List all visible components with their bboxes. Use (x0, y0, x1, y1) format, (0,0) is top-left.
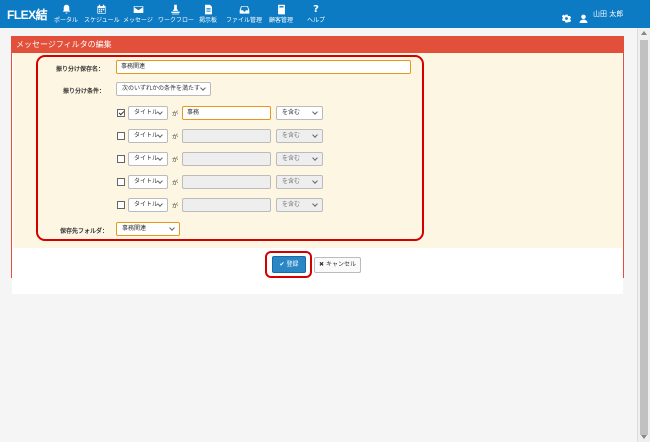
nav-portal-label: ポータル (53, 17, 78, 24)
nav-workflow-label: ワークフロー (158, 17, 195, 24)
nav-file-management[interactable]: ファイル管理 (226, 2, 262, 27)
app-logo[interactable]: FLEX結 (7, 6, 48, 23)
book-icon (277, 4, 285, 15)
close-icon: ✖ (319, 261, 326, 268)
nav-help[interactable]: ? ヘルプ (304, 2, 328, 27)
user-icon[interactable] (579, 8, 588, 27)
scroll-down-arrow-icon[interactable] (641, 435, 647, 439)
bell-icon (62, 4, 70, 14)
vertical-scrollbar[interactable] (637, 28, 650, 442)
stamp-icon (170, 4, 180, 15)
calendar-icon (96, 4, 106, 14)
cancel-button[interactable]: ✖ キャンセル (314, 257, 361, 273)
nav-bulletin[interactable]: 掲示板 (196, 2, 220, 27)
cancel-button-label: キャンセル (325, 261, 356, 268)
nav-help-label: ヘルプ (306, 17, 325, 24)
nav-portal[interactable]: ポータル (52, 2, 80, 27)
document-icon (204, 4, 212, 15)
user-name[interactable]: 山田 太郎 (593, 9, 623, 19)
nav-customer-management[interactable]: 顧客管理 (266, 2, 296, 27)
scroll-up-arrow-icon[interactable] (641, 31, 647, 35)
top-navigation-bar: FLEX結 ポータル スケジュール メッセージ ワークフロー 掲示板 ファイル管… (0, 0, 650, 28)
highlight-save-box (265, 251, 312, 278)
scrollbar-thumb[interactable] (640, 40, 648, 435)
nav-workflow[interactable]: ワークフロー (158, 2, 195, 27)
nav-file-management-label: ファイル管理 (226, 17, 263, 24)
inbox-icon (239, 6, 249, 14)
nav-schedule[interactable]: スケジュール (84, 2, 120, 27)
nav-schedule-label: スケジュール (84, 17, 120, 24)
gear-icon[interactable] (561, 8, 572, 27)
envelope-icon (133, 6, 143, 13)
nav-bulletin-label: 掲示板 (198, 17, 217, 24)
question-icon: ? (313, 4, 319, 15)
nav-message-label: メッセージ (123, 17, 153, 24)
nav-message[interactable]: メッセージ (123, 2, 153, 27)
nav-customer-management-label: 顧客管理 (268, 17, 293, 24)
panel-title: メッセージフィルタの編集 (12, 37, 623, 53)
page: FLEX結 ポータル スケジュール メッセージ ワークフロー 掲示板 ファイル管… (0, 0, 650, 442)
highlight-form-box (36, 55, 424, 241)
